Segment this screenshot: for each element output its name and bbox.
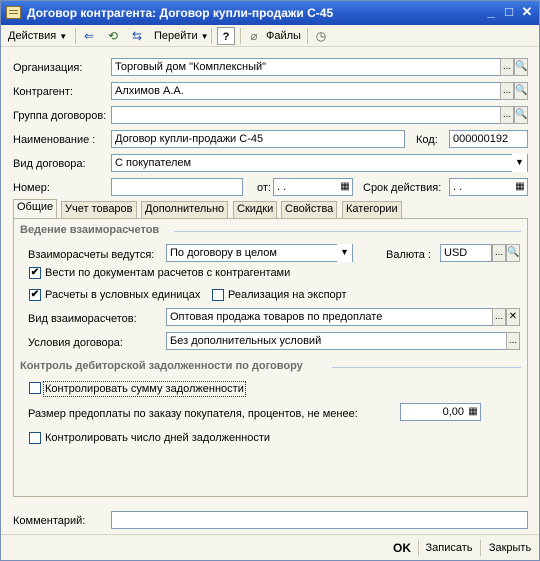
goto-label: Перейти	[154, 30, 198, 42]
contract-window: Договор контрагента: Договор купли-прода…	[0, 0, 540, 561]
select-ellipsis-button[interactable]: ...	[492, 308, 506, 326]
search-icon[interactable]: 🔍	[506, 244, 520, 262]
button-separator	[418, 540, 419, 556]
contract-type-select[interactable]: С покупателем	[111, 154, 528, 172]
ok-button[interactable]: OK	[386, 540, 418, 556]
actions-label: Действия	[8, 30, 57, 42]
conventional-units-checkbox[interactable]: ✔	[29, 289, 41, 301]
export-label: Реализация на экспорт	[228, 289, 347, 301]
calendar-icon[interactable]: ▦	[338, 180, 352, 194]
control-amount-checkbox[interactable]	[29, 382, 41, 394]
code-field[interactable]: 000000192	[449, 130, 528, 148]
contract-group-label: Группа договоров:	[13, 110, 107, 122]
section-settlements-title: Ведение взаиморасчетов	[20, 224, 160, 236]
calendar-icon[interactable]: ▦	[513, 180, 527, 194]
contract-group-field[interactable]	[111, 106, 501, 124]
close-button[interactable]: Закрыть	[485, 540, 535, 556]
title-bar[interactable]: Договор контрагента: Договор купли-прода…	[1, 1, 539, 25]
comment-label: Комментарий:	[13, 515, 86, 527]
validity-label: Срок действия:	[363, 182, 442, 194]
select-ellipsis-button[interactable]: ...	[506, 332, 520, 350]
search-icon[interactable]: 🔍	[514, 58, 528, 76]
settlements-select[interactable]: По договору в целом	[166, 244, 353, 262]
export-checkbox[interactable]	[212, 289, 224, 301]
calculator-icon[interactable]: ▦	[466, 405, 480, 419]
refresh-icon[interactable]: ⟲	[105, 28, 121, 44]
contract-type-label: Вид договора:	[13, 158, 86, 170]
goto-menu[interactable]: Перейти ▼	[151, 27, 212, 45]
tab-properties[interactable]: Свойства	[281, 201, 338, 218]
section-receivables-title: Контроль дебиторской задолженности по до…	[20, 360, 303, 372]
select-ellipsis-button[interactable]: ...	[492, 244, 506, 262]
tab-panel-general: Ведение взаиморасчетов Взаиморасчеты вед…	[13, 218, 528, 497]
select-ellipsis-button[interactable]: ...	[500, 58, 514, 76]
currency-label: Валюта :	[386, 249, 432, 261]
currency-field[interactable]: USD	[440, 244, 492, 262]
button-bar: OK Записать Закрыть	[1, 534, 539, 560]
save-button[interactable]: Записать	[423, 540, 475, 556]
counterparty-label: Контрагент:	[13, 86, 73, 98]
toolbar-separator	[240, 28, 241, 44]
tab-goods-accounting[interactable]: Учет товаров	[61, 201, 137, 218]
organization-label: Организация:	[13, 62, 83, 74]
close-icon[interactable]: ✕	[519, 5, 535, 21]
files-button[interactable]: Файлы	[263, 27, 304, 45]
paperclip-icon[interactable]: ⌀	[246, 28, 262, 44]
copy-structure-icon[interactable]: ⇆	[129, 28, 145, 44]
clock-icon[interactable]: ◷	[313, 28, 329, 44]
tab-additional[interactable]: Дополнительно	[141, 201, 229, 218]
conventional-units-label: Расчеты в условных единицах	[45, 289, 201, 301]
number-field[interactable]	[111, 178, 243, 196]
button-separator	[480, 540, 481, 556]
toolbar: Действия ▼ ⇐ ⟲ ⇆ Перейти ▼ ? ⌀ Файлы ◷	[1, 25, 539, 47]
toolbar-separator	[307, 28, 308, 44]
section-divider	[332, 367, 521, 368]
help-button[interactable]: ?	[217, 27, 235, 45]
settlement-type-field[interactable]: Оптовая продажа товаров по предоплате	[166, 308, 493, 326]
maximize-icon[interactable]: □	[501, 5, 517, 21]
settlement-type-label: Вид взаиморасчетов:	[28, 313, 137, 325]
tab-general[interactable]: Общие	[13, 199, 58, 218]
clear-icon[interactable]: ✕	[506, 308, 520, 326]
counterparty-field[interactable]: Алхимов А.А.	[111, 82, 501, 100]
back-arrow-icon[interactable]: ⇐	[81, 28, 97, 44]
window-title: Договор контрагента: Договор купли-прода…	[27, 6, 334, 20]
code-label: Код:	[416, 134, 438, 146]
terms-label: Условия договора:	[28, 337, 123, 349]
settlements-label: Взаиморасчеты ведутся:	[28, 249, 155, 261]
chevron-down-icon: ▼	[200, 32, 209, 41]
chevron-down-icon[interactable]: ▼	[512, 154, 527, 172]
actions-menu[interactable]: Действия ▼	[5, 27, 70, 45]
document-icon	[6, 6, 21, 19]
search-icon[interactable]: 🔍	[514, 82, 528, 100]
control-days-label: Контролировать число дней задолженности	[45, 432, 271, 444]
control-amount-label: Контролировать сумму задолженности	[43, 381, 246, 397]
from-label: от:	[257, 182, 271, 194]
name-label: Наименование :	[13, 134, 96, 146]
section-divider	[174, 231, 521, 232]
number-label: Номер:	[13, 182, 50, 194]
select-ellipsis-button[interactable]: ...	[500, 106, 514, 124]
select-ellipsis-button[interactable]: ...	[500, 82, 514, 100]
minimize-icon[interactable]: _	[483, 5, 499, 21]
tab-categories[interactable]: Категории	[342, 201, 402, 218]
tab-discounts[interactable]: Скидки	[233, 201, 278, 218]
toolbar-separator	[211, 28, 212, 44]
organization-field[interactable]: Торговый дом "Комплексный"	[111, 58, 501, 76]
toolbar-separator	[75, 28, 76, 44]
by-documents-checkbox[interactable]: ✔	[29, 267, 41, 279]
chevron-down-icon[interactable]: ▼	[337, 244, 352, 262]
name-field[interactable]: Договор купли-продажи С-45	[111, 130, 405, 148]
search-icon[interactable]: 🔍	[514, 106, 528, 124]
terms-field[interactable]: Без дополнительных условий	[166, 332, 507, 350]
prepayment-label: Размер предоплаты по заказу покупателя, …	[28, 408, 358, 420]
chevron-down-icon: ▼	[59, 32, 68, 41]
control-days-checkbox[interactable]	[29, 432, 41, 444]
by-documents-label: Вести по документам расчетов с контраген…	[45, 267, 291, 279]
comment-field[interactable]	[111, 511, 528, 529]
